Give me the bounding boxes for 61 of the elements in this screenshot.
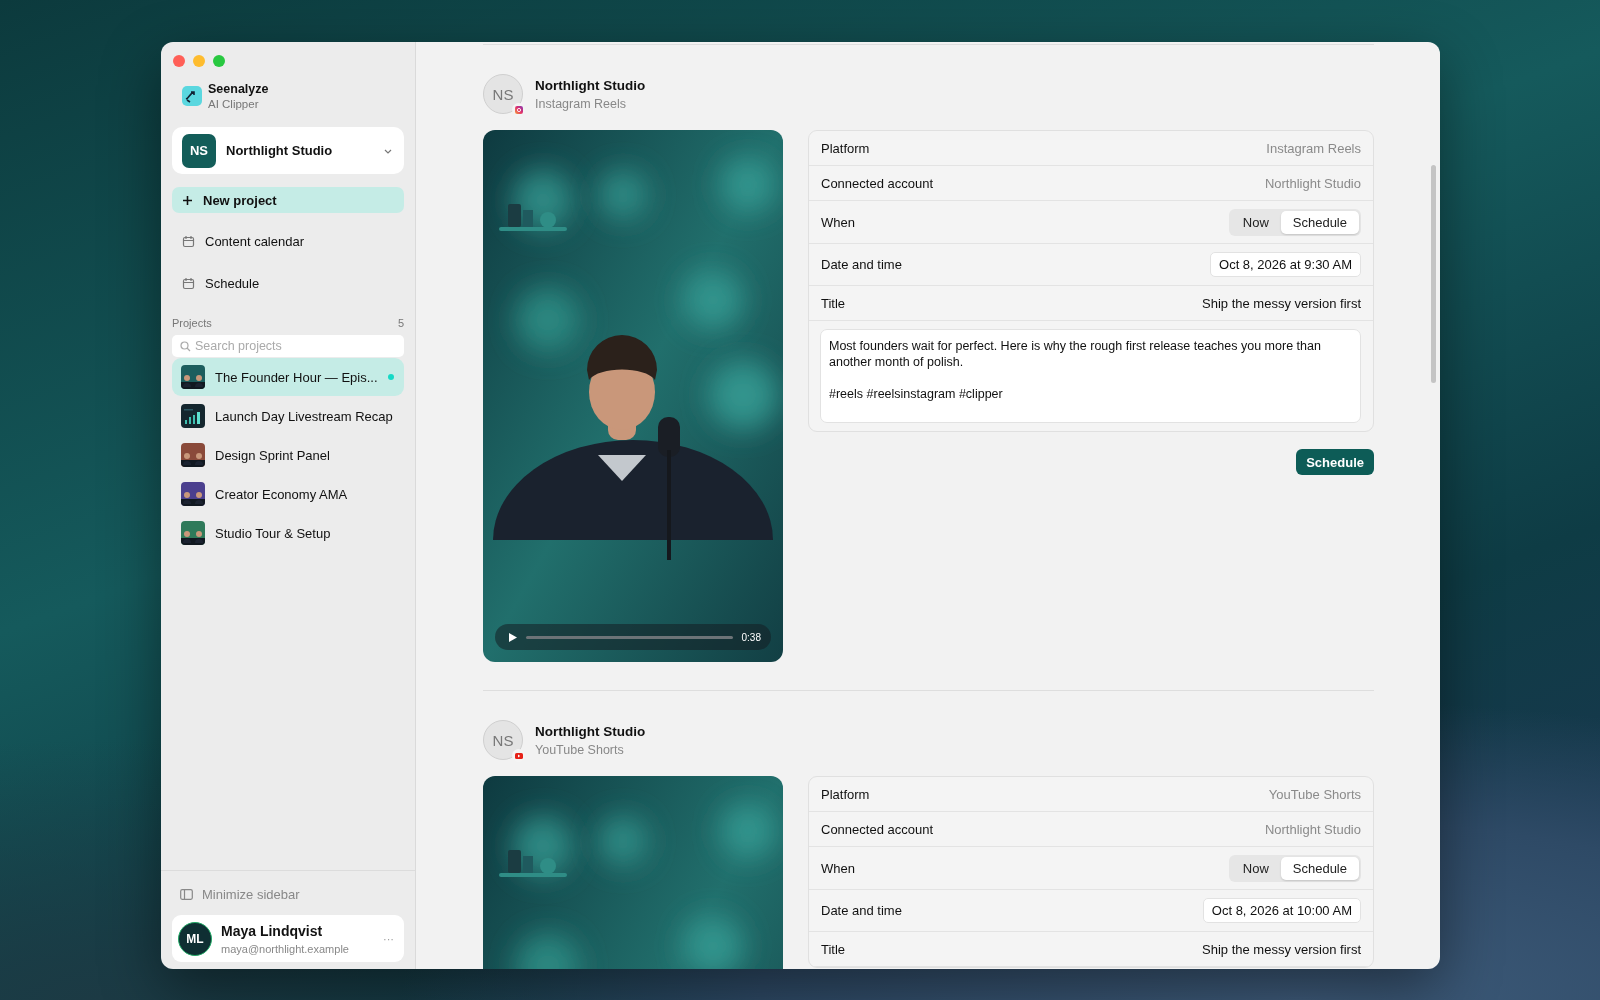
project-item[interactable]: The Founder Hour — Epis... [172,358,404,396]
detail-label: Platform [821,140,870,156]
plus-icon [182,194,193,206]
nav-item[interactable]: Content calendar [172,228,404,255]
scrollbar-thumb[interactable] [1431,165,1436,383]
search-field[interactable]: Search projects [172,335,404,357]
date-time-field[interactable]: Oct 8, 2026 at 9:30 AM [1210,252,1361,277]
detail-label: Connected account [821,821,934,837]
play-icon[interactable] [509,632,517,642]
detail-value: Ship the messy version first [1202,941,1361,957]
caption-field[interactable]: Most founders wait for perfect. Here is why the rough first release teaches you more than another month of polish. #reels #reelsinstagram #clipper [820,329,1361,423]
new-project-button[interactable]: New project [172,187,404,213]
nav-item[interactable]: Schedule [172,270,404,297]
app-logo-icon [182,86,202,106]
segmented-control[interactable]: Now Schedule [1228,208,1361,236]
user-avatar: ML [178,921,212,956]
detail-label: Platform [821,786,870,802]
camera-icon [514,105,523,114]
segment-option[interactable]: Schedule [1280,856,1359,880]
project-item[interactable]: Design Sprint Panel [172,436,404,474]
detail-label: Date and time [821,257,902,272]
project-item[interactable]: Studio Tour & Setup [172,514,404,552]
user-card[interactable]: ML Maya Lindqvist maya@northlight.example ··· [172,915,404,962]
project-item[interactable]: Launch Day Livestream Recap [172,397,404,435]
detail-value: Northlight Studio [1264,821,1361,837]
video-duration: 0:38 [741,631,761,643]
segment-option[interactable]: Now [1230,856,1281,880]
account-avatar: NS [483,720,523,760]
detail-value: Northlight Studio [1264,175,1361,191]
detail-label: Title [821,941,846,957]
segment-option[interactable]: Schedule [1280,210,1359,234]
user-email: maya@northlight.example [221,942,350,955]
detail-value: YouTube Shorts [1268,786,1361,802]
segment-option[interactable]: Now [1230,210,1281,234]
app-name: Seenalyze [208,82,269,96]
project-item[interactable]: Creator Economy AMA [172,475,404,513]
account-name: Northlight Studio [535,723,646,739]
detail-label: Title [821,295,846,311]
calendar-icon [182,277,195,290]
detail-label: Connected account [821,175,934,191]
section-label: Projects [172,317,212,329]
segmented-control[interactable]: Now Schedule [1228,854,1361,882]
date-time-field[interactable]: Oct 8, 2026 at 10:00 AM [1202,898,1361,923]
search-icon [180,341,191,352]
schedule-button[interactable]: Schedule [1296,449,1374,475]
detail-value: Ship the messy version first [1202,295,1361,311]
calendar-icon [182,235,195,248]
play-icon [514,752,523,759]
app-subtitle: AI Clipper [208,98,260,110]
project-count: 5 [397,317,404,329]
account-name: Northlight Studio [535,77,646,93]
detail-label: When [821,860,855,876]
detail-label: Date and time [821,903,902,918]
platform-label: YouTube Shorts [535,742,625,757]
workspace-switcher[interactable]: NS Northlight Studio [172,127,404,174]
platform-label: Instagram Reels [535,96,627,111]
detail-value: Instagram Reels [1266,140,1361,156]
detail-label: When [821,214,855,230]
sidebar-icon [180,888,193,900]
user-name: Maya Lindqvist [221,922,324,939]
account-avatar: NS [483,74,523,114]
